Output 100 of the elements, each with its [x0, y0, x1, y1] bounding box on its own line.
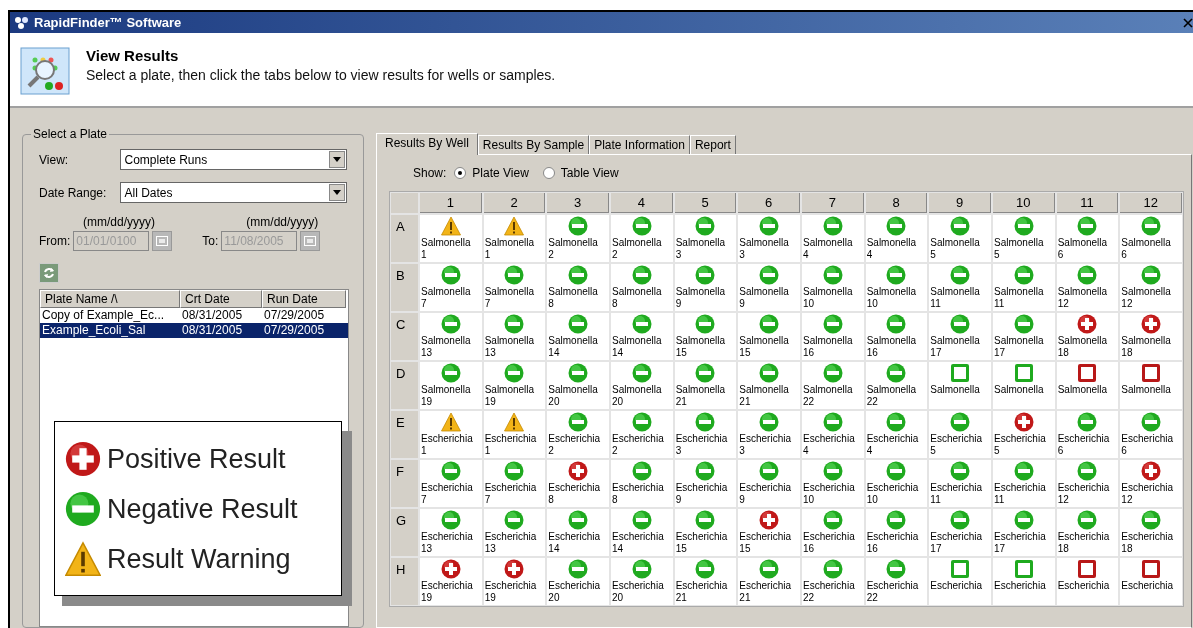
well[interactable]: Escherichia 17: [929, 509, 991, 556]
well[interactable]: Salmonella 6: [1056, 215, 1119, 262]
well[interactable]: Escherichia 19: [483, 558, 546, 605]
tab[interactable]: Plate Information: [589, 135, 690, 154]
well[interactable]: Salmonella 7: [483, 264, 546, 311]
well[interactable]: Salmonella 15: [674, 313, 737, 360]
calendar-button[interactable]: [300, 231, 321, 251]
well[interactable]: Escherichia 10: [865, 460, 928, 507]
well[interactable]: Escherichia 14: [611, 509, 673, 556]
well[interactable]: Salmonella 3: [674, 215, 737, 262]
well[interactable]: Salmonella 8: [611, 264, 673, 311]
well[interactable]: Escherichia 9: [674, 460, 737, 507]
well[interactable]: Escherichia 14: [547, 509, 609, 556]
well[interactable]: Escherichia 6: [1056, 411, 1119, 458]
well[interactable]: Escherichia 4: [865, 411, 928, 458]
well[interactable]: Salmonella 18: [1120, 313, 1182, 360]
well[interactable]: Escherichia 1: [483, 411, 546, 458]
close-icon[interactable]: [1183, 17, 1193, 28]
well[interactable]: Salmonella 14: [611, 313, 673, 360]
well[interactable]: Escherichia 8: [547, 460, 609, 507]
well[interactable]: Salmonella 10: [865, 264, 928, 311]
well[interactable]: Escherichia 3: [738, 411, 800, 458]
well[interactable]: Escherichia 21: [738, 558, 800, 605]
well[interactable]: Salmonella 16: [802, 313, 864, 360]
well[interactable]: Salmonella: [993, 362, 1055, 409]
dropdown[interactable]: Complete Runs: [120, 149, 347, 170]
well[interactable]: Escherichia: [1120, 558, 1182, 605]
calendar-button[interactable]: [152, 231, 173, 251]
well[interactable]: Salmonella 9: [674, 264, 737, 311]
well[interactable]: Salmonella 19: [420, 362, 482, 409]
well[interactable]: Escherichia 6: [1120, 411, 1182, 458]
well[interactable]: Salmonella 21: [738, 362, 800, 409]
well[interactable]: Escherichia 22: [865, 558, 928, 605]
well[interactable]: Salmonella 20: [547, 362, 609, 409]
well[interactable]: Salmonella 22: [865, 362, 928, 409]
well[interactable]: Escherichia 1: [420, 411, 482, 458]
well[interactable]: Escherichia 13: [420, 509, 482, 556]
tab[interactable]: Results By Sample: [477, 135, 590, 154]
well[interactable]: Salmonella: [929, 362, 991, 409]
well[interactable]: Escherichia 15: [674, 509, 737, 556]
well[interactable]: Salmonella 1: [483, 215, 546, 262]
well[interactable]: Escherichia 3: [674, 411, 737, 458]
radio-button[interactable]: [454, 167, 467, 179]
plate-row[interactable]: Example_Ecoli_Sal 08/31/2005 07/29/2005: [40, 323, 348, 338]
well[interactable]: Salmonella 17: [929, 313, 991, 360]
well[interactable]: Salmonella 11: [993, 264, 1055, 311]
well[interactable]: Escherichia 12: [1056, 460, 1119, 507]
well[interactable]: Escherichia 21: [674, 558, 737, 605]
well[interactable]: Salmonella 10: [802, 264, 864, 311]
well[interactable]: Salmonella 1: [420, 215, 482, 262]
well[interactable]: Salmonella 8: [547, 264, 609, 311]
dropdown[interactable]: All Dates: [120, 182, 347, 203]
well[interactable]: Escherichia 16: [865, 509, 928, 556]
well[interactable]: Escherichia 11: [929, 460, 991, 507]
well[interactable]: Salmonella 12: [1120, 264, 1182, 311]
well[interactable]: Escherichia 18: [1120, 509, 1182, 556]
well[interactable]: Escherichia 20: [611, 558, 673, 605]
well[interactable]: Escherichia 4: [802, 411, 864, 458]
well[interactable]: Escherichia 12: [1120, 460, 1182, 507]
well[interactable]: Salmonella 11: [929, 264, 991, 311]
well[interactable]: Salmonella 18: [1056, 313, 1119, 360]
well[interactable]: Salmonella: [1056, 362, 1119, 409]
well[interactable]: Escherichia 5: [929, 411, 991, 458]
well[interactable]: Salmonella 3: [738, 215, 800, 262]
column-header[interactable]: Plate Name /\: [40, 290, 180, 308]
well[interactable]: Escherichia: [993, 558, 1055, 605]
well[interactable]: Salmonella: [1120, 362, 1182, 409]
well[interactable]: Salmonella 14: [547, 313, 609, 360]
well[interactable]: Salmonella 17: [993, 313, 1055, 360]
well[interactable]: Escherichia 16: [802, 509, 864, 556]
column-header[interactable]: Run Date: [262, 290, 346, 308]
well[interactable]: Escherichia 2: [611, 411, 673, 458]
well[interactable]: Salmonella 5: [993, 215, 1055, 262]
well[interactable]: Escherichia 19: [420, 558, 482, 605]
well[interactable]: Salmonella 6: [1120, 215, 1182, 262]
well[interactable]: Salmonella 9: [738, 264, 800, 311]
well[interactable]: Escherichia 20: [547, 558, 609, 605]
well[interactable]: Salmonella 2: [547, 215, 609, 262]
well[interactable]: Escherichia 8: [611, 460, 673, 507]
well[interactable]: Salmonella 7: [420, 264, 482, 311]
well[interactable]: Escherichia: [1056, 558, 1119, 605]
radio-button[interactable]: [542, 167, 555, 179]
well[interactable]: Salmonella 13: [420, 313, 482, 360]
well[interactable]: Salmonella 12: [1056, 264, 1119, 311]
well[interactable]: Salmonella 4: [802, 215, 864, 262]
well[interactable]: Escherichia 2: [547, 411, 609, 458]
well[interactable]: Salmonella 5: [929, 215, 991, 262]
well[interactable]: Salmonella 22: [802, 362, 864, 409]
column-header[interactable]: Crt Date: [180, 290, 262, 308]
well[interactable]: Salmonella 15: [738, 313, 800, 360]
well[interactable]: Escherichia 18: [1056, 509, 1119, 556]
well[interactable]: Salmonella 13: [483, 313, 546, 360]
well[interactable]: Escherichia 22: [802, 558, 864, 605]
well[interactable]: Salmonella 4: [865, 215, 928, 262]
well[interactable]: Escherichia: [929, 558, 991, 605]
well[interactable]: Escherichia 7: [420, 460, 482, 507]
well[interactable]: Escherichia 11: [993, 460, 1055, 507]
well[interactable]: Salmonella 19: [483, 362, 546, 409]
well[interactable]: Escherichia 10: [802, 460, 864, 507]
well[interactable]: Salmonella 21: [674, 362, 737, 409]
